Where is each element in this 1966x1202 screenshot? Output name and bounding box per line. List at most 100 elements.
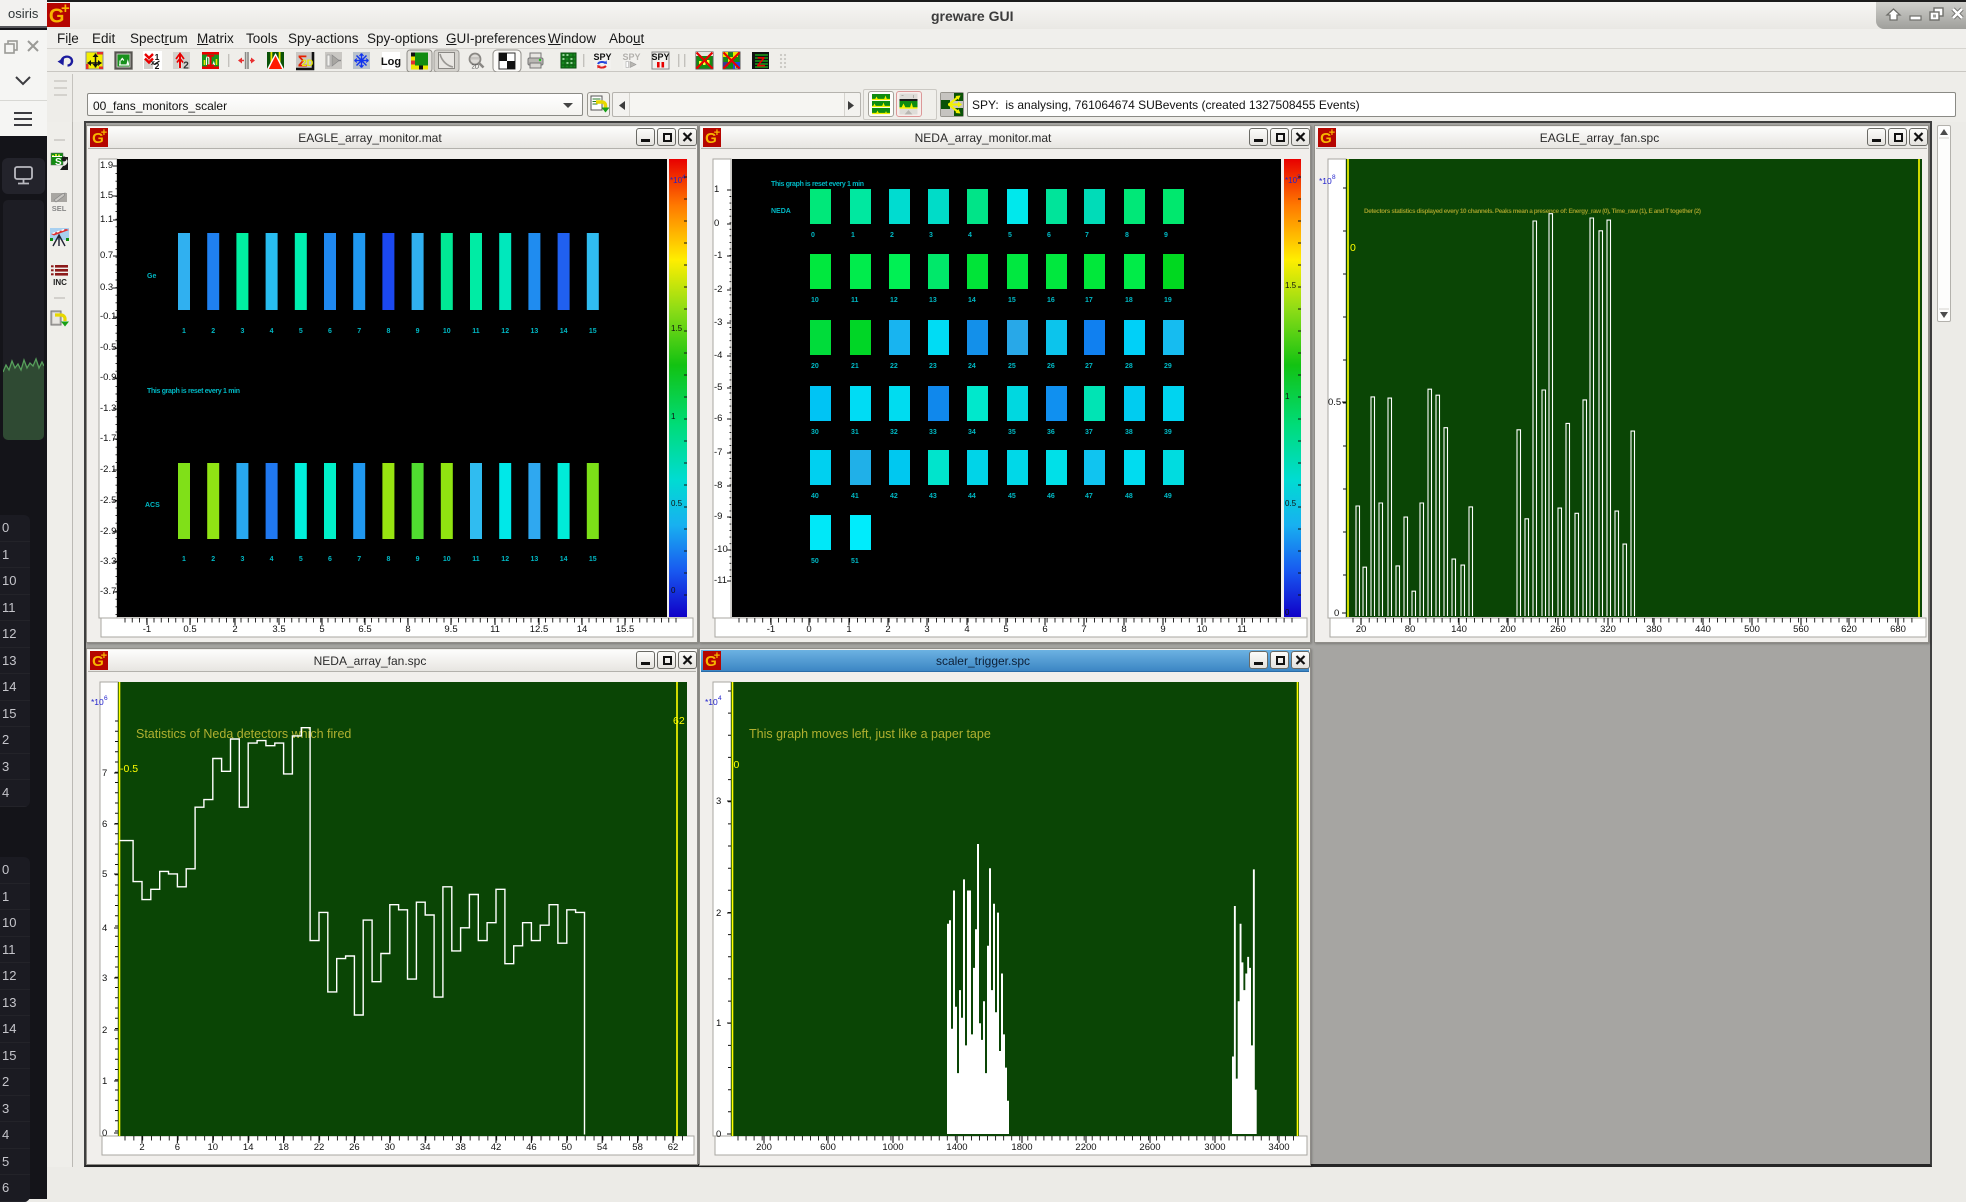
svg-text:-0.5: -0.5: [100, 342, 116, 353]
svg-text:2: 2: [139, 1142, 144, 1153]
svg-text:0.7: 0.7: [100, 250, 113, 261]
svg-text:*10: *10: [1319, 176, 1332, 186]
svg-text:50: 50: [811, 558, 819, 565]
svg-text:-6: -6: [714, 413, 722, 424]
svg-text:21: 21: [851, 363, 859, 370]
svg-text:38: 38: [1125, 429, 1133, 436]
svg-text:-1.3: -1.3: [100, 403, 116, 414]
svg-text:600: 600: [820, 1142, 836, 1153]
svg-text:6: 6: [1047, 232, 1051, 239]
svg-text:9: 9: [1164, 232, 1168, 239]
svg-text:9: 9: [416, 556, 420, 563]
svg-text:*10: *10: [1285, 176, 1298, 185]
svg-text:7: 7: [102, 768, 107, 779]
svg-text:2: 2: [716, 908, 721, 919]
svg-text:48: 48: [1125, 493, 1133, 500]
svg-text:26: 26: [1047, 363, 1055, 370]
svg-text:4: 4: [270, 328, 274, 335]
svg-text:3: 3: [716, 796, 721, 807]
svg-text:50: 50: [562, 1142, 573, 1153]
svg-text:0.5: 0.5: [671, 499, 683, 508]
svg-text:8: 8: [386, 328, 390, 335]
svg-text:x: x: [151, 60, 155, 67]
svg-text:1: 1: [846, 624, 851, 635]
svg-text:3000: 3000: [1204, 1142, 1225, 1153]
svg-text:11: 11: [1237, 624, 1247, 635]
svg-text:4: 4: [682, 174, 686, 181]
svg-text:8: 8: [1121, 624, 1126, 635]
svg-text:1.5: 1.5: [100, 190, 113, 201]
svg-text:*10: *10: [91, 697, 104, 707]
svg-text:16: 16: [1047, 297, 1055, 304]
svg-text:49: 49: [1164, 493, 1172, 500]
svg-text:2: 2: [232, 624, 237, 635]
svg-text:-9: -9: [714, 511, 722, 522]
svg-text:5: 5: [1003, 624, 1008, 635]
svg-text:-3: -3: [714, 317, 722, 328]
svg-text:20: 20: [811, 363, 819, 370]
svg-text:-4: -4: [714, 350, 722, 361]
svg-text:9: 9: [1160, 624, 1165, 635]
svg-text:46: 46: [526, 1142, 537, 1153]
svg-text:-1.7: -1.7: [100, 433, 116, 444]
svg-text:0.5: 0.5: [1285, 499, 1297, 508]
svg-text:320: 320: [1600, 624, 1616, 635]
svg-text:1.9: 1.9: [100, 160, 113, 171]
svg-text:18: 18: [278, 1142, 289, 1153]
svg-text:29: 29: [1164, 363, 1172, 370]
svg-text:1: 1: [851, 232, 855, 239]
svg-text:15: 15: [589, 328, 597, 335]
svg-text:Detectors statistics displayed: Detectors statistics displayed every 10 …: [1364, 208, 1701, 215]
svg-text:14: 14: [968, 297, 976, 304]
svg-text:14: 14: [560, 328, 568, 335]
svg-text:3: 3: [1297, 174, 1301, 181]
svg-text:22: 22: [314, 1142, 325, 1153]
svg-text:51: 51: [851, 558, 859, 565]
svg-text:1: 1: [714, 184, 719, 195]
svg-text:-2.9: -2.9: [100, 526, 116, 537]
svg-text:This graph is reset every 1 mi: This graph is reset every 1 min: [771, 181, 864, 188]
svg-text:10: 10: [208, 1142, 219, 1153]
svg-text:SPY: SPY: [593, 52, 611, 62]
svg-text:1000: 1000: [882, 1142, 903, 1153]
svg-text:Z: Z: [757, 54, 766, 70]
svg-text:0: 0: [811, 232, 815, 239]
svg-text:260: 260: [1550, 624, 1566, 635]
svg-text:560: 560: [1793, 624, 1809, 635]
svg-text:0: 0: [806, 624, 811, 635]
svg-text:43: 43: [929, 493, 937, 500]
svg-text:2: 2: [211, 328, 215, 335]
svg-text:0.5: 0.5: [183, 624, 196, 635]
svg-text:12: 12: [501, 328, 509, 335]
svg-text:42: 42: [890, 493, 898, 500]
svg-text:1: 1: [1285, 392, 1290, 401]
svg-text:42: 42: [491, 1142, 502, 1153]
svg-text:-2: -2: [714, 284, 722, 295]
svg-text:5: 5: [102, 869, 107, 880]
svg-text:2600: 2600: [1139, 1142, 1160, 1153]
svg-text:80: 80: [1405, 624, 1416, 635]
svg-text:18: 18: [1125, 297, 1133, 304]
svg-text:7: 7: [357, 328, 361, 335]
svg-text:3: 3: [240, 556, 244, 563]
svg-text:2: 2: [183, 61, 189, 72]
svg-text:This graph moves left, just li: This graph moves left, just like a paper…: [749, 727, 991, 741]
svg-text:4: 4: [270, 556, 274, 563]
svg-text:22: 22: [890, 363, 898, 370]
svg-text:-3.3: -3.3: [100, 556, 116, 567]
svg-text:-0.5: -0.5: [120, 763, 138, 775]
svg-text:8: 8: [405, 624, 410, 635]
svg-text:3: 3: [240, 328, 244, 335]
svg-text:1: 1: [102, 1076, 107, 1087]
svg-text:-1: -1: [143, 624, 151, 635]
svg-text:40: 40: [811, 493, 819, 500]
svg-text:0: 0: [102, 1128, 107, 1139]
svg-text:2: 2: [102, 1025, 107, 1036]
svg-text:8: 8: [386, 556, 390, 563]
svg-text:9: 9: [416, 328, 420, 335]
svg-text:8: 8: [1125, 232, 1129, 239]
svg-text:0.3: 0.3: [100, 282, 113, 293]
svg-text:380: 380: [1646, 624, 1662, 635]
svg-text:1800: 1800: [1011, 1142, 1032, 1153]
svg-text:1.5: 1.5: [671, 324, 683, 333]
